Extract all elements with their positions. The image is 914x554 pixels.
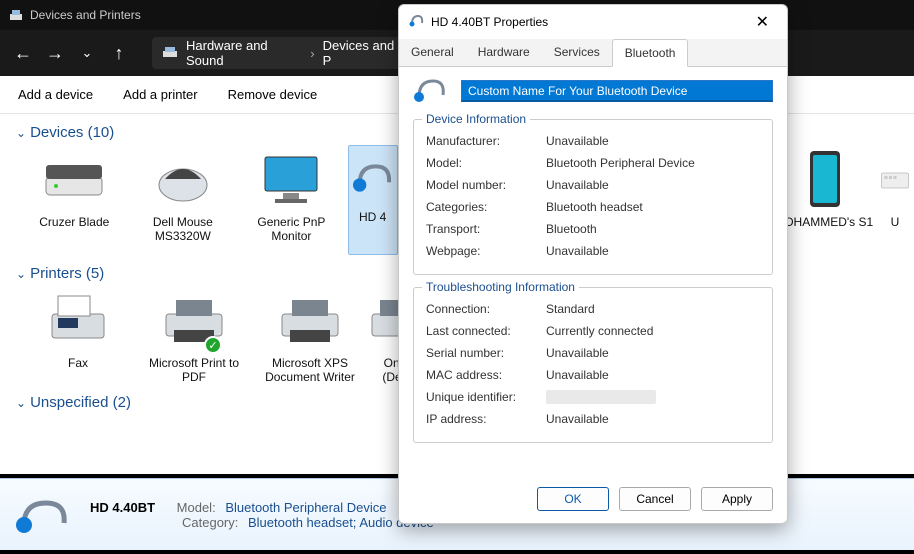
section-title: Printers (5): [30, 265, 104, 282]
recent-locations-button[interactable]: ⌄: [72, 38, 102, 68]
group-legend: Troubleshooting Information: [422, 280, 579, 294]
properties-dialog: HD 4.40BT Properties ✕ General Hardware …: [398, 4, 788, 524]
section-title: Devices (10): [30, 124, 114, 141]
cancel-button[interactable]: Cancel: [619, 487, 691, 511]
status-category-label: Category:: [182, 515, 238, 530]
printer-icon: [138, 290, 250, 350]
device-name-input[interactable]: [461, 80, 773, 102]
device-label: HD 4: [349, 210, 397, 224]
headset-icon: [349, 150, 397, 204]
back-button[interactable]: ←: [8, 38, 38, 68]
printer-tile[interactable]: Microsoft XPS Document Writer: [254, 286, 366, 384]
ok-button[interactable]: OK: [537, 487, 609, 511]
status-headset-icon: [14, 495, 74, 535]
dialog-body: Device Information Manufacturer:Unavaila…: [399, 67, 787, 477]
printer-label: Microsoft XPS Document Writer: [254, 356, 366, 384]
manufacturer-label: Manufacturer:: [426, 134, 546, 148]
device-tile[interactable]: Generic PnP Monitor: [239, 145, 344, 255]
tab-services[interactable]: Services: [542, 39, 612, 66]
model-number-value: Unavailable: [546, 178, 609, 192]
device-label: Cruzer Blade: [22, 215, 127, 229]
tab-general[interactable]: General: [399, 39, 466, 66]
last-connected-value: Currently connected: [546, 324, 653, 338]
device-tile-selected[interactable]: HD 4: [348, 145, 398, 255]
location-icon: [162, 44, 178, 63]
chevron-down-icon: ⌄: [16, 267, 26, 281]
model-number-label: Model number:: [426, 178, 546, 192]
device-tile[interactable]: Dell Mouse MS3320W: [131, 145, 236, 255]
uid-value-redacted: [546, 390, 656, 404]
last-connected-label: Last connected:: [426, 324, 546, 338]
dialog-title: HD 4.40BT Properties: [431, 15, 548, 29]
device-label: U: [880, 215, 910, 229]
chevron-down-icon: ⌄: [16, 396, 26, 410]
headset-icon: [413, 77, 449, 105]
status-model-label: Model:: [177, 500, 216, 515]
webpage-label: Webpage:: [426, 244, 546, 258]
device-label: Dell Mouse MS3320W: [131, 215, 236, 243]
close-button[interactable]: ✕: [748, 9, 777, 35]
model-value: Bluetooth Peripheral Device: [546, 156, 695, 170]
fax-icon: [22, 290, 134, 350]
status-info: HD 4.40BT Model: Bluetooth Peripheral De…: [90, 500, 434, 530]
webpage-value: Unavailable: [546, 244, 609, 258]
categories-value: Bluetooth headset: [546, 200, 643, 214]
serial-label: Serial number:: [426, 346, 546, 360]
printer-tile[interactable]: ✓ Microsoft Print to PDF: [138, 286, 250, 384]
dialog-titlebar: HD 4.40BT Properties ✕: [399, 5, 787, 39]
printer-label: Microsoft Print to PDF: [138, 356, 250, 384]
drive-icon: [22, 149, 127, 209]
breadcrumb-chevron-icon: ›: [310, 46, 314, 61]
window-title: Devices and Printers: [30, 8, 141, 22]
breadcrumb-b[interactable]: Devices and P: [323, 38, 402, 68]
add-device-button[interactable]: Add a device: [18, 87, 93, 102]
ip-value: Unavailable: [546, 412, 609, 426]
keyboard-icon: [880, 149, 910, 209]
dialog-buttons: OK Cancel Apply: [399, 477, 787, 523]
ip-label: IP address:: [426, 412, 546, 426]
manufacturer-value: Unavailable: [546, 134, 609, 148]
dialog-tabs: General Hardware Services Bluetooth: [399, 39, 787, 67]
connection-label: Connection:: [426, 302, 546, 316]
up-button[interactable]: ↑: [104, 38, 134, 68]
default-check-icon: ✓: [204, 336, 222, 354]
printer-icon: [254, 290, 366, 350]
printer-tile[interactable]: Fax: [22, 286, 134, 384]
address-bar[interactable]: Hardware and Sound › Devices and P: [152, 37, 412, 69]
mac-label: MAC address:: [426, 368, 546, 382]
forward-button[interactable]: →: [40, 38, 70, 68]
devices-printers-icon: [8, 7, 24, 23]
group-legend: Device Information: [422, 112, 530, 126]
device-information-group: Device Information Manufacturer:Unavaila…: [413, 119, 773, 275]
status-name: HD 4.40BT: [90, 500, 155, 515]
uid-label: Unique identifier:: [426, 390, 546, 404]
remove-device-button[interactable]: Remove device: [228, 87, 318, 102]
status-model: Bluetooth Peripheral Device: [225, 500, 386, 515]
mouse-icon: [131, 149, 236, 209]
section-title: Unspecified (2): [30, 394, 131, 411]
serial-value: Unavailable: [546, 346, 609, 360]
breadcrumb-a[interactable]: Hardware and Sound: [186, 38, 302, 68]
device-tile[interactable]: Cruzer Blade: [22, 145, 127, 255]
troubleshooting-group: Troubleshooting Information Connection:S…: [413, 287, 773, 443]
chevron-down-icon: ⌄: [16, 126, 26, 140]
printer-label: Fax: [22, 356, 134, 370]
tab-hardware[interactable]: Hardware: [466, 39, 542, 66]
categories-label: Categories:: [426, 200, 546, 214]
device-tile[interactable]: U: [880, 145, 910, 255]
transport-value: Bluetooth: [546, 222, 597, 236]
device-label: Generic PnP Monitor: [239, 215, 344, 243]
tab-bluetooth[interactable]: Bluetooth: [612, 39, 689, 67]
mac-value: Unavailable: [546, 368, 609, 382]
connection-value: Standard: [546, 302, 595, 316]
headset-small-icon: [409, 13, 425, 32]
model-label: Model:: [426, 156, 546, 170]
transport-label: Transport:: [426, 222, 546, 236]
add-printer-button[interactable]: Add a printer: [123, 87, 197, 102]
monitor-icon: [239, 149, 344, 209]
apply-button[interactable]: Apply: [701, 487, 773, 511]
